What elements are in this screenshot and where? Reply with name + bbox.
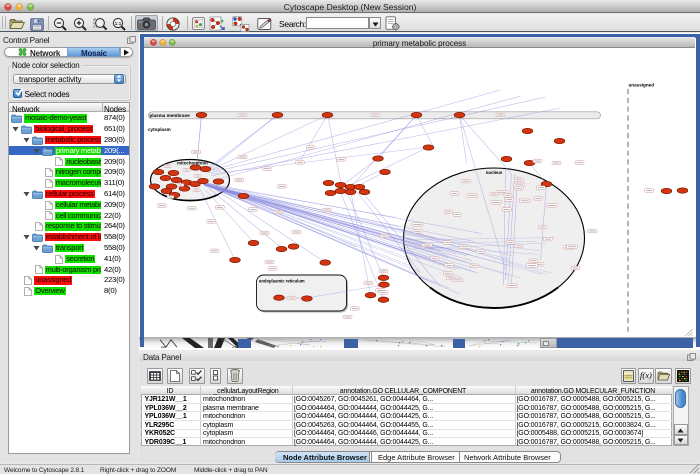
svg-text:cytoplasm: cytoplasm — [148, 127, 171, 132]
svg-text:nucleus: nucleus — [485, 170, 502, 175]
svg-text:mitochondrion: mitochondrion — [177, 161, 208, 166]
svg-text:endoplasmic reticulum: endoplasmic reticulum — [259, 279, 305, 284]
svg-text:unassigned: unassigned — [628, 83, 654, 88]
svg-text:1:1: 1:1 — [115, 21, 122, 26]
svg-text:plasma membrane: plasma membrane — [149, 113, 190, 118]
